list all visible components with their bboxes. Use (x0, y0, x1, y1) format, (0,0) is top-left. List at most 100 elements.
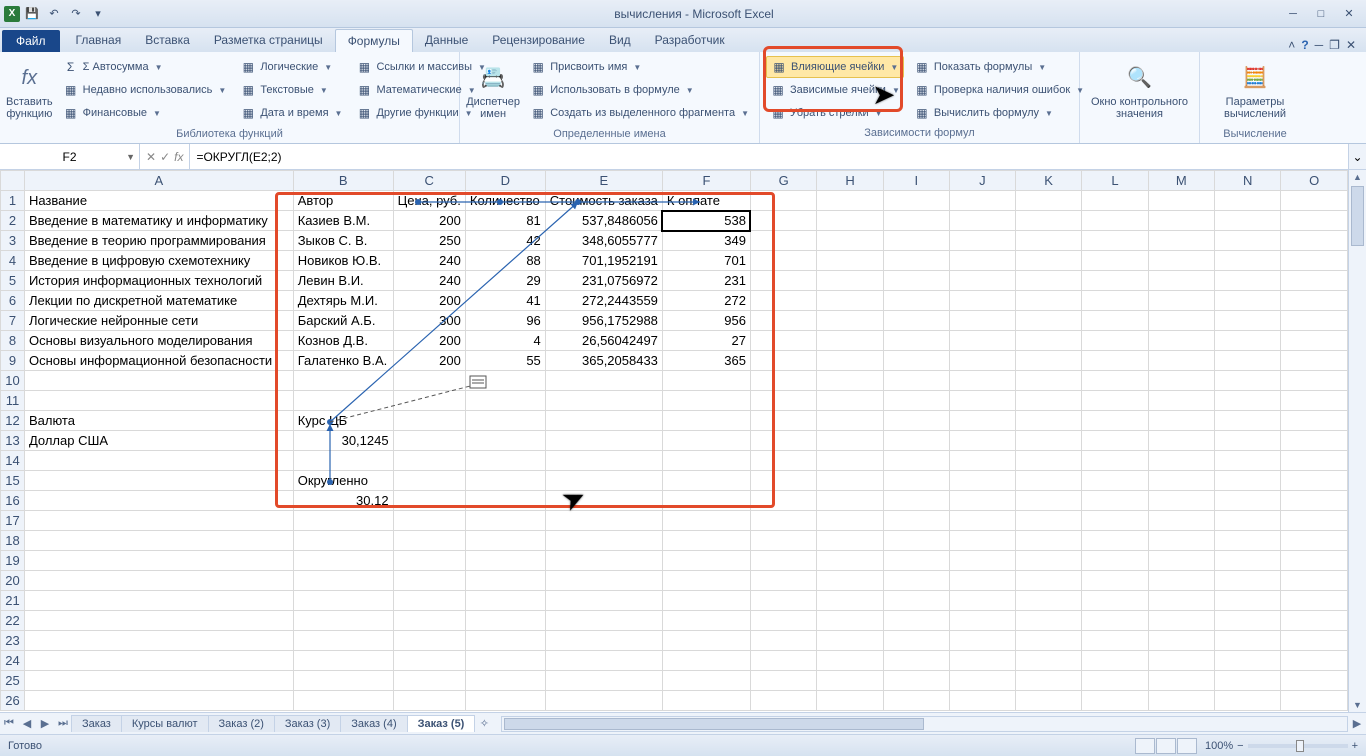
cell[interactable] (1082, 411, 1148, 431)
cell[interactable] (817, 231, 883, 251)
cell[interactable]: 200 (393, 331, 465, 351)
cell[interactable] (1082, 551, 1148, 571)
watch-window-button[interactable]: 🔍 Окно контрольного значения (1090, 56, 1190, 126)
cell[interactable] (1281, 391, 1348, 411)
cell[interactable] (1215, 271, 1281, 291)
cell[interactable] (1281, 351, 1348, 371)
cell[interactable]: Логические нейронные сети (24, 311, 293, 331)
cell[interactable]: 96 (465, 311, 545, 331)
row-header[interactable]: 2 (1, 211, 25, 231)
row-header[interactable]: 15 (1, 471, 25, 491)
cell[interactable] (1215, 471, 1281, 491)
col-header[interactable]: I (883, 171, 949, 191)
cell[interactable] (949, 411, 1015, 431)
cell[interactable] (465, 631, 545, 651)
cell[interactable] (1215, 631, 1281, 651)
row-header[interactable]: 8 (1, 331, 25, 351)
cell[interactable]: 231 (662, 271, 750, 291)
cell[interactable]: 365 (662, 351, 750, 371)
cell[interactable] (393, 431, 465, 451)
cell[interactable] (817, 671, 883, 691)
cell[interactable] (949, 571, 1015, 591)
cell[interactable] (393, 531, 465, 551)
col-header[interactable]: N (1215, 171, 1281, 191)
zoom-in-button[interactable]: + (1352, 740, 1358, 752)
cell[interactable] (24, 571, 293, 591)
cell[interactable] (1015, 671, 1081, 691)
cell[interactable] (662, 491, 750, 511)
cell[interactable] (1215, 191, 1281, 211)
cell[interactable] (1082, 691, 1148, 711)
cell[interactable]: Валюта (24, 411, 293, 431)
cell[interactable]: Курс ЦБ (293, 411, 393, 431)
mdi-close-icon[interactable]: ✕ (1346, 38, 1356, 52)
cell[interactable] (393, 511, 465, 531)
cell[interactable] (465, 691, 545, 711)
cell[interactable]: Дехтярь М.И. (293, 291, 393, 311)
cell[interactable] (883, 511, 949, 531)
cell[interactable] (1148, 651, 1215, 671)
name-box-input[interactable] (20, 150, 120, 164)
cell[interactable] (883, 311, 949, 331)
cell[interactable]: История информационных технологий (24, 271, 293, 291)
cell[interactable] (1015, 571, 1081, 591)
cell[interactable] (817, 471, 883, 491)
cell[interactable] (1281, 191, 1348, 211)
cell[interactable] (1082, 611, 1148, 631)
cell[interactable] (1148, 531, 1215, 551)
cell[interactable] (1281, 371, 1348, 391)
ribbon-tab[interactable]: Разметка страницы (202, 29, 335, 52)
cell[interactable] (1281, 591, 1348, 611)
cell[interactable]: 272,2443559 (545, 291, 662, 311)
ribbon-command[interactable]: ▦Вычислить формулу▼ (910, 102, 1088, 124)
cell[interactable] (1015, 351, 1081, 371)
cell[interactable] (883, 691, 949, 711)
cell[interactable] (883, 431, 949, 451)
ribbon-command[interactable]: ▦Влияющие ячейки▼ (766, 56, 904, 78)
cell[interactable]: К оплате (662, 191, 750, 211)
cell[interactable]: 250 (393, 231, 465, 251)
cell[interactable] (1281, 271, 1348, 291)
row-header[interactable]: 17 (1, 511, 25, 531)
cell[interactable] (949, 511, 1015, 531)
ribbon-command[interactable]: ▦Использовать в формуле▼ (526, 79, 753, 101)
cell[interactable] (1148, 391, 1215, 411)
cell[interactable] (1082, 471, 1148, 491)
ribbon-tab[interactable]: Вставка (133, 29, 202, 52)
ribbon-command[interactable]: ▦Проверка наличия ошибок▼ (910, 79, 1088, 101)
sheet-tab[interactable]: Заказ (2) (208, 715, 275, 732)
qat-redo-button[interactable]: ↷ (66, 4, 86, 24)
cell[interactable] (1215, 671, 1281, 691)
view-normal-button[interactable] (1135, 738, 1155, 754)
cell[interactable]: 701 (662, 251, 750, 271)
row-header[interactable]: 5 (1, 271, 25, 291)
sheet-tab[interactable]: Курсы валют (121, 715, 209, 732)
cell[interactable] (393, 491, 465, 511)
cell[interactable] (1015, 451, 1081, 471)
cell[interactable] (1281, 431, 1348, 451)
cell[interactable] (750, 591, 816, 611)
cell[interactable] (883, 651, 949, 671)
cell[interactable] (393, 391, 465, 411)
cell[interactable] (24, 611, 293, 631)
cell[interactable] (1015, 611, 1081, 631)
cell[interactable]: 538 (662, 211, 750, 231)
cell[interactable] (1148, 491, 1215, 511)
cell[interactable] (1082, 671, 1148, 691)
row-header[interactable]: 4 (1, 251, 25, 271)
cell[interactable] (750, 651, 816, 671)
cell[interactable] (1148, 551, 1215, 571)
cell[interactable] (949, 451, 1015, 471)
cell[interactable] (817, 291, 883, 311)
cell[interactable] (545, 691, 662, 711)
cell[interactable] (949, 191, 1015, 211)
cell[interactable] (465, 391, 545, 411)
cell[interactable] (293, 691, 393, 711)
cell[interactable] (883, 671, 949, 691)
cell[interactable] (949, 271, 1015, 291)
cell[interactable] (1281, 231, 1348, 251)
cell[interactable] (465, 511, 545, 531)
cell[interactable] (465, 611, 545, 631)
sheet-tab[interactable]: Заказ (3) (274, 715, 341, 732)
cell[interactable] (883, 351, 949, 371)
